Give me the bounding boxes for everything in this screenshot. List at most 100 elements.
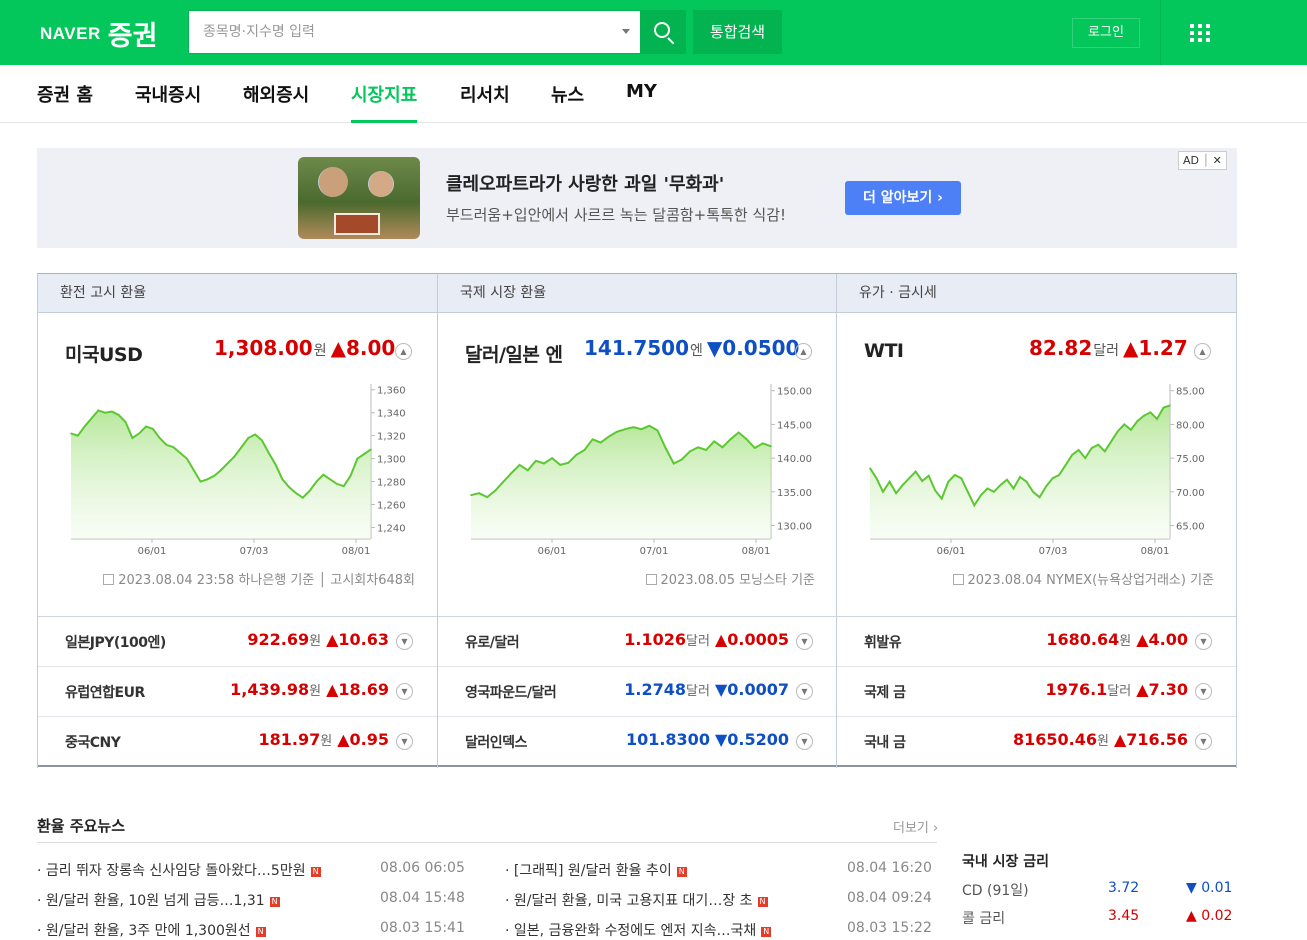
data-point [1051, 477, 1054, 480]
data-point [206, 478, 209, 481]
data-point [124, 421, 127, 423]
chevron-down-icon[interactable]: ▼ [396, 683, 413, 700]
rate-name[interactable]: CD (91일) [962, 880, 1029, 900]
panel-exchange-notice: 환전 고시 환율 미국USD 1,308.00원 ▲8.00 ▲ 1,240 1,2… [37, 273, 437, 768]
nav-overseas[interactable]: 해외증시 [243, 81, 309, 123]
main-item-name[interactable]: 미국USD [65, 340, 143, 367]
data-point [1058, 474, 1060, 476]
close-icon[interactable]: ✕ [1213, 154, 1222, 167]
chevron-down-icon[interactable]: ▼ [796, 733, 813, 750]
data-point [83, 425, 86, 428]
data-point [689, 450, 691, 453]
search-button[interactable] [641, 10, 686, 54]
chevron-up-icon[interactable]: ▲ [1194, 343, 1211, 360]
list-item[interactable]: 유로/달러 1.1026달러 ▲0.0005 ▼ [438, 617, 837, 667]
new-badge: N [757, 897, 768, 907]
ad-title[interactable]: 클레오파트라가 사랑한 과일 '무화과' [446, 170, 724, 196]
list-item[interactable]: 국제 금 1976.1달러 ▲7.30 ▼ [837, 667, 1236, 717]
naver-stock-logo[interactable]: NAVER 증권 [40, 14, 157, 53]
list-item[interactable]: 달러인덱스 101.8300 ▼0.5200 ▼ [438, 717, 837, 767]
chevron-up-icon[interactable]: ▲ [795, 343, 812, 360]
data-point [869, 467, 871, 470]
jpy-chart[interactable]: 130.00 135.00 140.00 145.00 150.00 06/01 07/01… [466, 379, 816, 559]
list-item[interactable]: 유럽연합EUR 1,439.98원 ▲18.69 ▼ [38, 667, 437, 717]
panel-main: WTI 82.82달러 ▲1.27 ▲ 65.00 70.00 75.00 80.00 8… [837, 313, 1236, 617]
data-point [559, 464, 561, 466]
panel-oil-gold: 유가 · 금시세 WTI 82.82달러 ▲1.27 ▲ 65.00 70.00 75… [836, 273, 1237, 768]
chevron-up-icon[interactable]: ▲ [395, 343, 412, 360]
document-icon [103, 574, 115, 585]
data-point [1156, 418, 1158, 420]
integrated-search-button[interactable]: 통합검색 [693, 10, 782, 54]
wti-chart[interactable]: 65.00 70.00 75.00 80.00 85.00 06/01 07/03 08/01 [865, 379, 1215, 559]
chevron-down-icon[interactable]: ▼ [796, 633, 813, 650]
nav-domestic[interactable]: 국내증시 [135, 81, 201, 123]
data-point [986, 487, 989, 490]
chevron-down-icon[interactable]: ▼ [1195, 683, 1212, 700]
ad-more-button[interactable]: 더 알아보기 › [845, 181, 961, 215]
ad-image[interactable] [298, 157, 420, 239]
chevron-down-icon[interactable]: ▼ [796, 683, 813, 700]
rate-name[interactable]: 콜 금리 [962, 908, 1005, 928]
data-point [97, 409, 100, 412]
data-point [329, 478, 331, 481]
y-tick-label: 75.00 [1176, 454, 1205, 465]
main-item-name[interactable]: WTI [864, 340, 904, 362]
chevron-down-icon[interactable]: ▼ [1195, 733, 1212, 750]
nav-stock-home[interactable]: 증권 홈 [37, 81, 93, 123]
data-point [1103, 450, 1106, 453]
rate-value: 3.45 [1108, 908, 1140, 924]
login-button[interactable]: 로그인 [1072, 18, 1140, 48]
nav-market-indicators[interactable]: 시장지표 [351, 81, 418, 123]
news-date: 08.04 15:48 [380, 890, 465, 906]
ad-banner[interactable]: 클레오파트라가 사랑한 과일 '무화과' 부드러움+입안에서 사르르 녹는 달콤… [37, 148, 1237, 248]
y-tick-label: 130.00 [777, 522, 812, 533]
news-item[interactable]: · [그래픽] 원/달러 환율 추이 N [505, 860, 687, 880]
data-point [999, 484, 1002, 486]
data-point [274, 463, 277, 466]
panel-main: 미국USD 1,308.00원 ▲8.00 ▲ 1,240 1,260 1,280 1,… [38, 313, 437, 617]
data-point [247, 437, 250, 439]
news-item[interactable]: · 원/달러 환율, 10원 넘게 급등…1,31 N [37, 890, 280, 910]
news-item[interactable]: · 원/달러 환율, 미국 고용지표 대기…장 초N [505, 890, 768, 910]
chart-area [71, 410, 371, 539]
panel-header[interactable]: 환전 고시 환율 [38, 274, 437, 313]
ad-description[interactable]: 부드러움+입안에서 사르르 녹는 달콤함+톡톡한 식감! [446, 204, 786, 225]
data-point [648, 424, 651, 427]
list-item[interactable]: 국내 금 81650.46원 ▲716.56 ▼ [837, 717, 1236, 767]
data-point [1025, 480, 1028, 483]
usd-chart[interactable]: 1,240 1,260 1,280 1,300 1,320 1,340 1,360 06/01… [66, 379, 416, 559]
data-point [281, 478, 284, 481]
main-item-name[interactable]: 달러/일본 엔 [465, 340, 563, 367]
new-badge: N [761, 927, 772, 937]
data-point [308, 489, 311, 492]
panel-header[interactable]: 국제 시장 환율 [438, 274, 837, 313]
panel-header[interactable]: 유가 · 금시세 [837, 274, 1236, 313]
nav-research[interactable]: 리서치 [460, 81, 510, 123]
list-item[interactable]: 영국파운드/달러 1.2748달러 ▼0.0007 ▼ [438, 667, 837, 717]
data-point [1071, 453, 1073, 456]
nav-my[interactable]: MY [626, 81, 657, 123]
news-item[interactable]: · 일본, 금융완화 수정에도 엔저 지속…국채 N [505, 920, 772, 940]
news-more-link[interactable]: 더보기 › [893, 817, 938, 836]
chevron-down-icon[interactable]: ▼ [1195, 633, 1212, 650]
nav-news[interactable]: 뉴스 [551, 81, 584, 123]
news-item[interactable]: · 원/달러 환율, 3주 만에 1,300원선 N [37, 920, 266, 940]
data-point [117, 414, 120, 416]
data-point [1143, 414, 1145, 417]
data-point [875, 477, 878, 480]
data-point [179, 452, 181, 454]
chevron-down-icon[interactable] [622, 29, 630, 34]
search-input[interactable] [189, 11, 609, 53]
list-item[interactable]: 휘발유 1680.64원 ▲4.00 ▼ [837, 617, 1236, 667]
list-item[interactable]: 일본JPY(100엔) 922.69원 ▲10.63 ▼ [38, 617, 437, 667]
news-item[interactable]: · 금리 뛰자 장롱속 신사임당 돌아왔다…5만원 N [37, 860, 321, 880]
chevron-down-icon[interactable]: ▼ [396, 733, 413, 750]
data-point [77, 434, 79, 437]
data-point [356, 457, 359, 460]
data-point [940, 497, 943, 500]
list-item[interactable]: 중국CNY 181.97원 ▲0.95 ▼ [38, 717, 437, 767]
new-badge: N [676, 867, 687, 877]
chevron-down-icon[interactable]: ▼ [396, 633, 413, 650]
app-menu-icon[interactable] [1188, 22, 1212, 44]
